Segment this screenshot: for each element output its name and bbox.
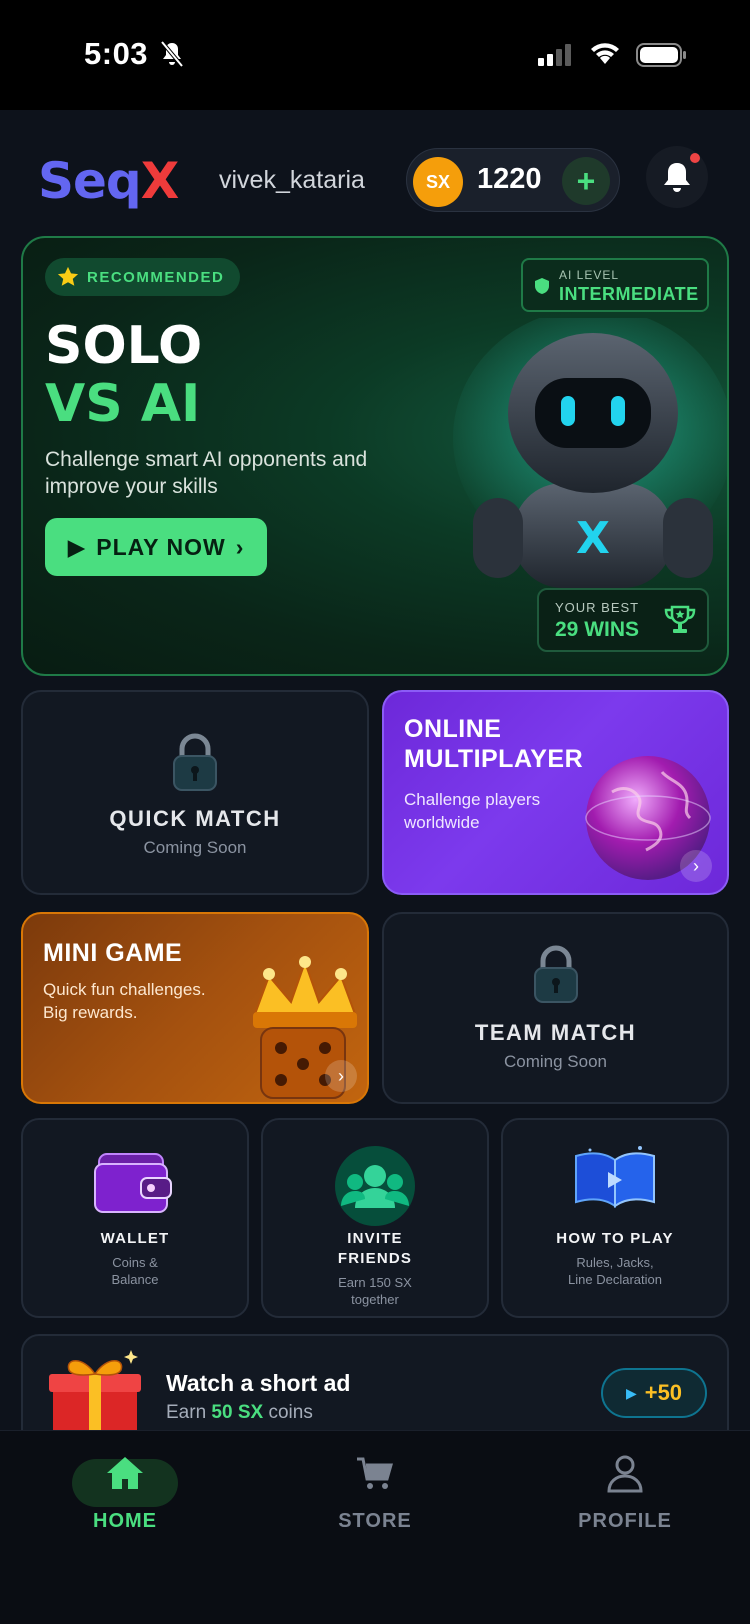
- add-coins-button[interactable]: +: [562, 157, 610, 205]
- wallet-sub-line1: Coins &: [112, 1255, 158, 1270]
- team-match-card[interactable]: TEAM MATCH Coming Soon: [382, 912, 729, 1104]
- lock-icon: [533, 945, 578, 1003]
- ad-title: Watch a short ad: [166, 1370, 351, 1396]
- chevron-right-icon: ›: [235, 533, 245, 560]
- invite-title-line1: INVITE: [347, 1230, 403, 1247]
- book-icon: [575, 1146, 655, 1208]
- hero-title-line2: VS AI: [45, 374, 201, 434]
- play-now-button[interactable]: ▶ PLAY NOW ›: [45, 518, 267, 576]
- ad-subtitle: Earn 50 SX coins: [166, 1402, 313, 1423]
- gift-icon: [49, 1350, 141, 1444]
- how-to-play-sub-line2: Line Declaration: [568, 1272, 662, 1287]
- how-to-play-card[interactable]: HOW TO PLAY Rules, Jacks, Line Declarati…: [501, 1118, 729, 1318]
- team-match-status: Coming Soon: [503, 1052, 607, 1071]
- wallet-card[interactable]: WALLET Coins & Balance: [21, 1118, 249, 1318]
- status-time: 5:03: [84, 36, 149, 71]
- online-multiplayer-title-line2: MULTIPLAYER: [404, 745, 584, 773]
- mini-game-card[interactable]: MINI GAME Quick fun challenges. Big rewa…: [21, 912, 369, 1104]
- cellular-signal-icon: [538, 44, 571, 66]
- online-multiplayer-desc-line1: Challenge players: [404, 790, 541, 809]
- home-icon: [107, 1457, 143, 1489]
- trophy-icon: [664, 605, 696, 633]
- invite-friends-card[interactable]: INVITE FRIENDS Earn 150 SX together: [261, 1118, 489, 1318]
- wallet-title: WALLET: [100, 1230, 170, 1247]
- chevron-right-icon[interactable]: ›: [325, 1060, 357, 1092]
- bell-off-icon: [160, 40, 184, 68]
- how-to-play-title: HOW TO PLAY: [556, 1230, 674, 1247]
- hero-description: Challenge smart AI opponents and improve…: [45, 448, 368, 498]
- quick-match-card[interactable]: QUICK MATCH Coming Soon: [21, 690, 369, 895]
- lock-icon: [173, 733, 217, 791]
- chevron-right-icon[interactable]: ›: [680, 850, 712, 882]
- top-header: SeqX vivek_kataria SX 1220 +: [0, 130, 750, 230]
- best-record-badge: YOUR BEST 29 WINS: [537, 588, 709, 652]
- app-logo: SeqX: [38, 152, 179, 210]
- bell-icon: [664, 163, 690, 192]
- shield-icon: [535, 278, 549, 294]
- how-to-play-sub-line1: Rules, Jacks,: [576, 1255, 654, 1270]
- quick-match-title: QUICK MATCH: [109, 806, 281, 831]
- user-icon: [607, 1455, 643, 1493]
- quick-match-status: Coming Soon: [143, 838, 247, 857]
- online-multiplayer-desc-line2: worldwide: [404, 813, 480, 832]
- online-multiplayer-card[interactable]: ONLINE MULTIPLAYER Challenge players wor…: [382, 690, 729, 895]
- nav-profile[interactable]: PROFILE: [525, 1453, 725, 1533]
- sx-coin-icon: SX: [413, 157, 463, 207]
- invite-title-line2: FRIENDS: [337, 1250, 413, 1267]
- wifi-icon: [591, 43, 619, 64]
- online-multiplayer-title-line1: ONLINE: [404, 715, 502, 743]
- ai-level-badge: AI LEVEL INTERMEDIATE: [521, 258, 709, 312]
- username: vivek_kataria: [219, 166, 365, 194]
- play-icon: ▶: [625, 1384, 637, 1401]
- nav-home[interactable]: HOME: [25, 1453, 225, 1533]
- cart-icon: [357, 1457, 393, 1489]
- hero-title-line1: SOLO: [45, 316, 203, 376]
- wallet-icon: [94, 1153, 172, 1213]
- bottom-nav: HOME STORE PROFILE: [0, 1430, 750, 1624]
- status-bar: 5:03: [0, 0, 750, 110]
- recommended-badge: RECOMMENDED: [45, 258, 241, 296]
- coin-balance-pill[interactable]: SX 1220 +: [406, 148, 620, 212]
- svg-text:X: X: [576, 513, 610, 564]
- nav-store[interactable]: STORE: [275, 1453, 475, 1533]
- group-icon: [335, 1146, 415, 1226]
- solo-vs-ai-card[interactable]: RECOMMENDED AI LEVEL INTERMEDIATE SOLO V…: [21, 236, 729, 676]
- notifications-button[interactable]: [646, 146, 708, 208]
- watch-ad-button[interactable]: ▶ +50: [601, 1368, 707, 1418]
- wallet-sub-line2: Balance: [111, 1272, 159, 1287]
- robot-illustration: X: [453, 318, 727, 588]
- star-icon: [57, 266, 79, 286]
- mini-game-desc-line2: Big rewards.: [43, 1003, 138, 1022]
- mini-game-desc-line1: Quick fun challenges.: [43, 980, 206, 999]
- notification-dot: [690, 153, 700, 163]
- invite-sub-line2: together: [351, 1292, 399, 1307]
- battery-icon: [636, 43, 686, 67]
- coin-balance: 1220: [477, 163, 542, 195]
- team-match-title: TEAM MATCH: [474, 1020, 637, 1045]
- play-icon: ▶: [67, 533, 87, 560]
- invite-sub-line1: Earn 150 SX: [338, 1275, 412, 1290]
- mini-game-title: MINI GAME: [43, 939, 183, 967]
